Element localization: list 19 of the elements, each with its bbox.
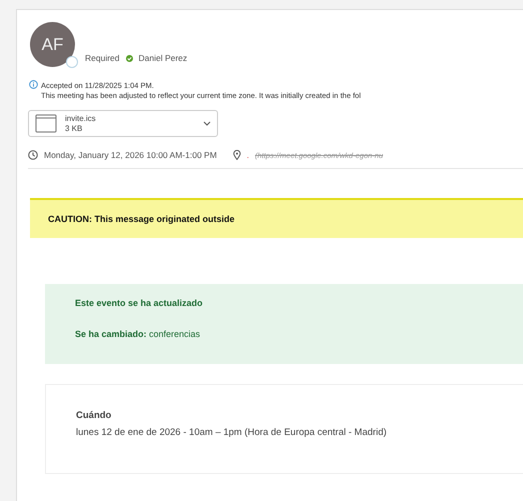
attachment-name: invite.ics	[65, 114, 97, 123]
clock-icon	[28, 150, 38, 160]
attachment-size: 3 KB	[65, 124, 84, 133]
location-marker: .	[246, 150, 250, 160]
details-value: lunes 12 de ene de 2026 - 10am – 1pm (Hora de Europa central - Madrid)	[76, 427, 388, 438]
chevron-down-icon[interactable]	[203, 121, 211, 126]
info-icon	[29, 80, 38, 89]
caution-text: CAUTION: This message originated outside	[48, 214, 235, 224]
presence-icon	[66, 56, 78, 68]
location-pin-icon	[232, 150, 241, 160]
attachment-card[interactable]: invite.ics 3 KB	[28, 110, 218, 137]
attendance-label: Required	[85, 53, 120, 63]
details-label: Cuándo	[76, 410, 112, 421]
avatar-initials: AF	[42, 34, 64, 54]
update-change: Se ha cambiado: conferencias	[75, 329, 202, 339]
calendar-file-icon	[35, 114, 57, 133]
update-title: Este evento se ha actualizado	[75, 298, 204, 308]
event-time: Monday, January 12, 2026 10:00 AM-1:00 PM	[44, 150, 217, 160]
attendee-name: Daniel Perez	[138, 53, 188, 63]
